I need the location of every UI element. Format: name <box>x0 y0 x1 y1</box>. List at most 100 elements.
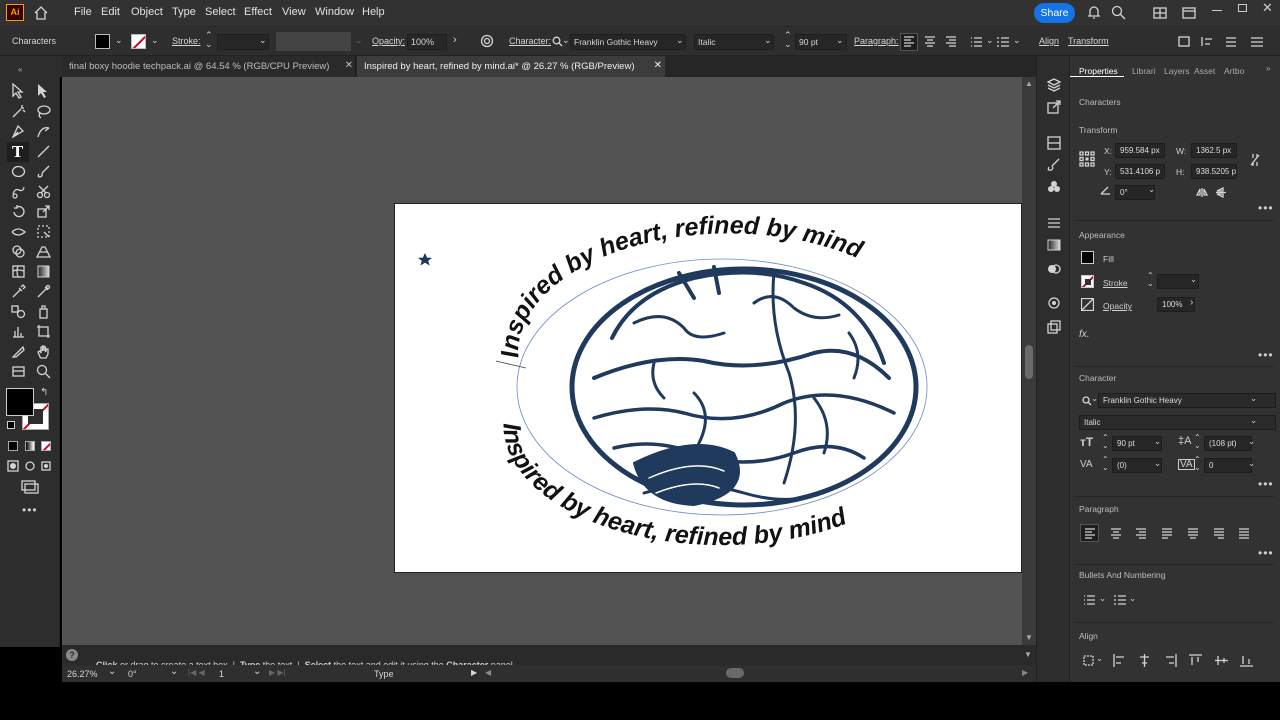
chevron-down-icon[interactable]: ⌄ <box>1129 593 1136 604</box>
chevron-down-icon[interactable]: ⌄ <box>1250 415 1257 426</box>
draw-normal-icon[interactable] <box>7 460 19 472</box>
slice-tool-icon[interactable] <box>11 344 26 359</box>
chevron-down-icon[interactable]: ⌄ <box>1248 436 1255 447</box>
variable-width-profile[interactable] <box>276 32 351 51</box>
tracking-field[interactable]: 0 <box>1204 458 1252 473</box>
align-vertical-center-icon[interactable] <box>1215 654 1228 667</box>
numbering-icon[interactable] <box>1114 594 1127 605</box>
gradient-panel-icon[interactable] <box>1047 238 1061 252</box>
draw-behind-icon[interactable] <box>24 460 36 472</box>
panel-tab-artboards[interactable]: Artbo <box>1224 66 1244 76</box>
more-tools-icon[interactable]: ••• <box>22 503 38 517</box>
appearance-panel-icon[interactable] <box>1047 296 1061 310</box>
menu-file[interactable]: File <box>74 6 92 18</box>
ellipse-tool-icon[interactable] <box>11 164 26 179</box>
close-button[interactable]: ✕ <box>1262 0 1273 16</box>
justify-left-icon[interactable] <box>1161 528 1173 539</box>
flip-vertical-icon[interactable] <box>1215 187 1227 198</box>
default-colors-icon[interactable] <box>7 421 15 429</box>
opacity-label[interactable]: Opacity: <box>372 36 405 46</box>
more-options-icon[interactable]: ••• <box>1258 477 1274 491</box>
chevron-right-icon[interactable]: › <box>453 34 457 46</box>
tab-inspired-by-heart[interactable]: Inspired by heart, refined by mind.ai* @… <box>357 56 665 77</box>
bullets-icon[interactable] <box>970 36 983 47</box>
pen-tool-icon[interactable] <box>11 124 26 139</box>
collapse-toolbar-icon[interactable]: « <box>18 65 22 74</box>
chevron-down-icon[interactable]: ⌄ <box>562 35 570 46</box>
fill-swatch[interactable] <box>1081 251 1094 264</box>
close-icon[interactable]: ✕ <box>345 60 353 71</box>
align-to-icon[interactable] <box>1201 36 1213 47</box>
chevron-down-icon[interactable]: ⌄ <box>836 35 844 46</box>
more-options-icon[interactable]: ••• <box>1258 201 1274 215</box>
panel-options-icon[interactable] <box>1178 36 1190 47</box>
align-vertical-bottom-icon[interactable] <box>1240 654 1253 667</box>
share-button[interactable]: Share <box>1034 3 1075 23</box>
artboard-tool-icon[interactable] <box>36 324 51 339</box>
opacity-label[interactable]: Opacity <box>1103 301 1132 311</box>
symbols-panel-icon[interactable] <box>1047 180 1061 194</box>
constrain-proportions-icon[interactable] <box>1249 153 1261 167</box>
font-size-stepper-icon[interactable]: ⌃ ⌄ <box>784 31 792 49</box>
close-icon[interactable]: ✕ <box>654 60 662 71</box>
chevron-right-icon[interactable]: ▶ <box>471 668 477 677</box>
chevron-down-icon[interactable]: ⌄ <box>253 666 261 677</box>
artwork[interactable]: Inspired by heart, refined by mind Inspi… <box>394 203 1022 573</box>
tab-final-boxy-hoodie[interactable]: final boxy hoodie techpack.ai @ 64.54 % … <box>62 56 356 77</box>
align-right-icon[interactable] <box>945 36 957 47</box>
zoom-tool-icon[interactable] <box>36 364 51 379</box>
draw-inside-icon[interactable] <box>40 460 52 472</box>
hand-tool-icon[interactable] <box>36 344 51 359</box>
swap-colors-icon[interactable]: ↰ <box>40 387 48 398</box>
color-mode-none[interactable] <box>41 441 51 451</box>
align-center-icon[interactable] <box>924 36 936 47</box>
align-center-icon[interactable] <box>1110 528 1122 539</box>
minimize-button[interactable] <box>1212 10 1222 11</box>
align-horizontal-right-icon[interactable] <box>1164 654 1177 667</box>
scissors-tool-icon[interactable] <box>36 184 51 199</box>
menu-select[interactable]: Select <box>205 6 236 18</box>
chevron-down-icon[interactable]: ⌄ <box>764 35 772 46</box>
reference-point-icon[interactable] <box>1079 151 1095 167</box>
shape-builder-tool-icon[interactable] <box>11 244 26 259</box>
font-family-field[interactable]: Franklin Gothic Heavy <box>570 34 686 50</box>
x-field[interactable]: 959.584 px <box>1115 143 1165 158</box>
align-horizontal-left-icon[interactable] <box>1113 654 1126 667</box>
gradient-tool-icon[interactable] <box>36 264 51 279</box>
more-options-icon[interactable] <box>1225 36 1237 47</box>
chevron-right-icon[interactable]: › <box>1190 297 1193 308</box>
justify-all-icon[interactable] <box>1238 528 1250 539</box>
stroke-label[interactable]: Stroke: <box>172 36 201 46</box>
fill-color-swatch[interactable] <box>6 388 34 416</box>
h-field[interactable]: 938.5205 p <box>1191 164 1237 179</box>
more-options-icon[interactable]: ••• <box>1258 348 1274 362</box>
w-field[interactable]: 1362.5 px <box>1191 143 1237 158</box>
line-tool-icon[interactable] <box>36 144 51 159</box>
lasso-tool-icon[interactable] <box>36 104 51 119</box>
fill-swatch[interactable] <box>95 34 110 49</box>
paragraph-label[interactable]: Paragraph: <box>854 36 899 46</box>
symbol-sprayer-tool-icon[interactable] <box>36 304 51 319</box>
chevron-down-icon[interactable]: ⌄ <box>170 666 178 677</box>
font-size-stepper-icon[interactable]: ⌃ ⌄ <box>1102 434 1109 450</box>
notifications-icon[interactable] <box>1087 5 1101 20</box>
rotate-tool-icon[interactable] <box>11 204 26 219</box>
more-options-icon[interactable]: ••• <box>1258 546 1274 560</box>
search-icon[interactable] <box>1111 5 1126 20</box>
menu-object[interactable]: Object <box>131 6 163 18</box>
numbering-icon[interactable] <box>997 36 1010 47</box>
menu-view[interactable]: View <box>282 6 306 18</box>
flip-horizontal-icon[interactable] <box>1196 187 1208 198</box>
transform-label[interactable]: Transform <box>1068 36 1109 46</box>
menu-window[interactable]: Window <box>315 6 354 18</box>
leading-stepper-icon[interactable]: ⌃ ⌄ <box>1194 434 1201 450</box>
layers-panel-icon[interactable] <box>1047 78 1061 92</box>
color-mode-gradient[interactable] <box>25 441 35 451</box>
screen-mode-icon[interactable] <box>21 480 39 494</box>
perspective-grid-tool-icon[interactable] <box>36 244 51 259</box>
chevron-down-icon[interactable]: ⌄ <box>1096 653 1103 664</box>
magic-wand-tool-icon[interactable] <box>11 104 26 119</box>
brushes-panel-icon[interactable] <box>1047 158 1061 172</box>
font-style-field[interactable]: Italic <box>1079 415 1276 430</box>
kerning-stepper-icon[interactable]: ⌃ ⌄ <box>1102 456 1109 472</box>
